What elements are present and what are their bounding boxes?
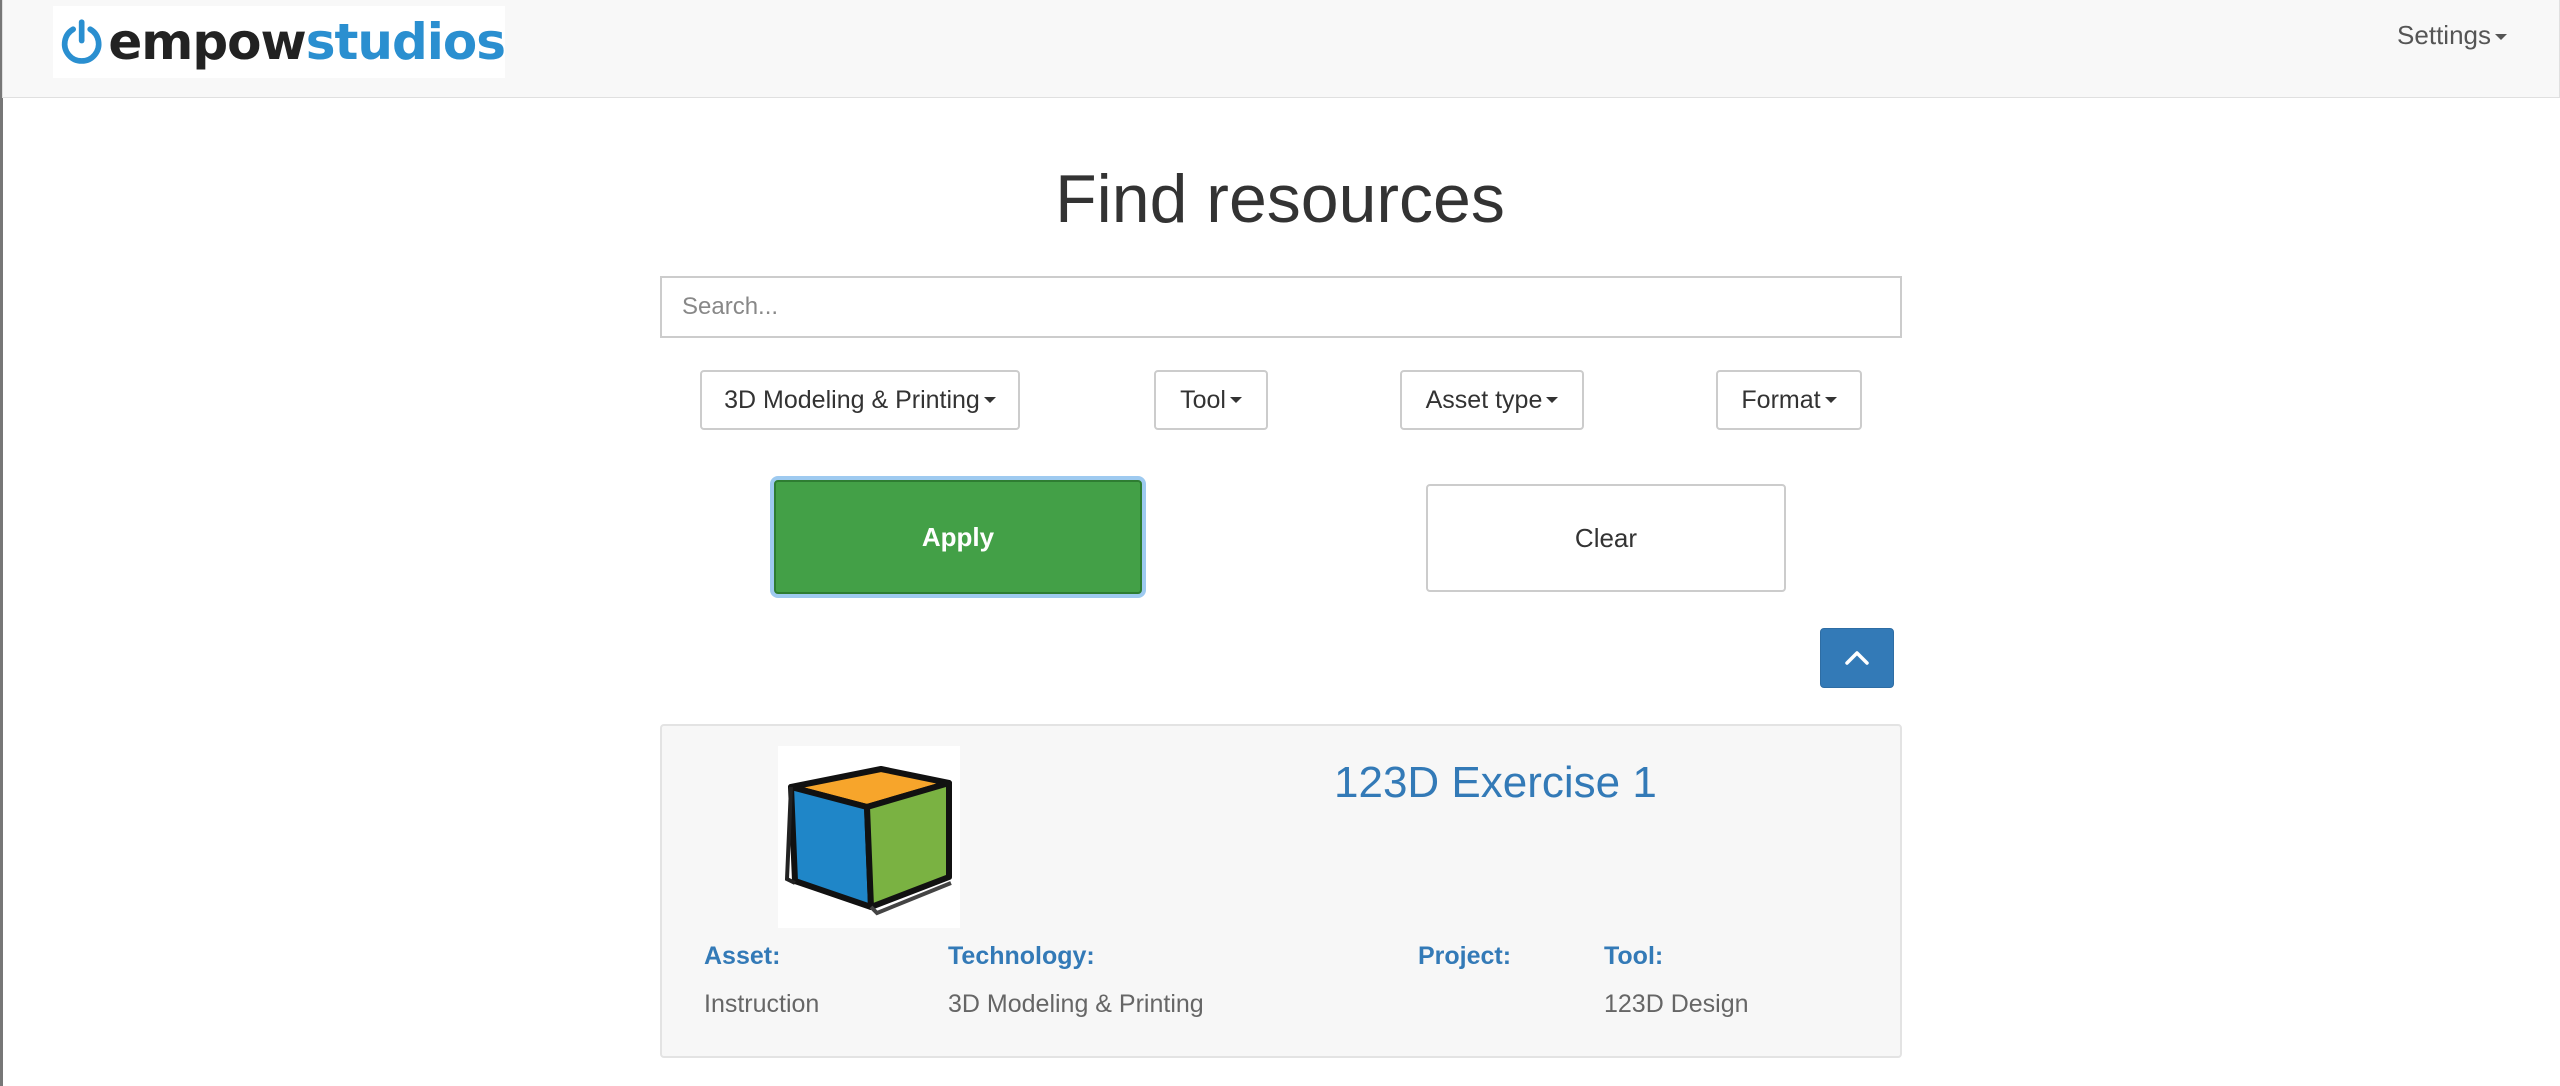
caret-down-icon [1546, 397, 1559, 403]
technology-value: 3D Modeling & Printing [948, 990, 1204, 1018]
filter-label: Format [1741, 385, 1821, 414]
result-thumbnail[interactable] [778, 746, 960, 928]
caret-down-icon [2495, 34, 2507, 41]
cube-icon [784, 766, 952, 916]
logo-text-studios: studios [305, 13, 506, 71]
caret-down-icon [983, 397, 996, 403]
tool-filter-dropdown[interactable]: Tool [1154, 370, 1268, 430]
search-input[interactable] [660, 276, 1902, 338]
tool-label: Tool: [1604, 942, 1664, 970]
settings-label: Settings [2397, 20, 2491, 50]
technology-label: Technology: [948, 942, 1095, 970]
technology-filter-dropdown[interactable]: 3D Modeling & Printing [700, 370, 1020, 430]
filter-label: Asset type [1425, 385, 1543, 414]
power-icon [61, 19, 102, 64]
asset-label: Asset: [704, 942, 781, 970]
settings-dropdown[interactable]: Settings [2397, 20, 2507, 51]
chevron-up-icon [1845, 651, 1869, 665]
filter-label: 3D Modeling & Printing [724, 385, 980, 414]
tool-value: 123D Design [1604, 990, 1749, 1018]
result-card: 123D Exercise 1 Asset: Instruction Techn… [660, 724, 1902, 1058]
project-label: Project: [1418, 942, 1512, 970]
caret-down-icon [1229, 397, 1242, 403]
navbar: empowstudios Settings [2, 0, 2560, 98]
result-title-link[interactable]: 123D Exercise 1 [1334, 758, 1657, 808]
page-title: Find resources [1055, 161, 1505, 237]
filter-label: Tool [1180, 385, 1226, 414]
format-filter-dropdown[interactable]: Format [1716, 370, 1862, 430]
scroll-top-button[interactable] [1820, 628, 1894, 688]
clear-button[interactable]: Clear [1426, 484, 1786, 592]
logo-wordmark: empowstudios [108, 17, 506, 67]
brand-logo[interactable]: empowstudios [53, 6, 506, 78]
asset-type-filter-dropdown[interactable]: Asset type [1400, 370, 1584, 430]
apply-button[interactable]: Apply [774, 480, 1142, 594]
logo-text-empow: empow [108, 13, 306, 71]
caret-down-icon [1824, 397, 1837, 403]
asset-value: Instruction [704, 990, 820, 1018]
